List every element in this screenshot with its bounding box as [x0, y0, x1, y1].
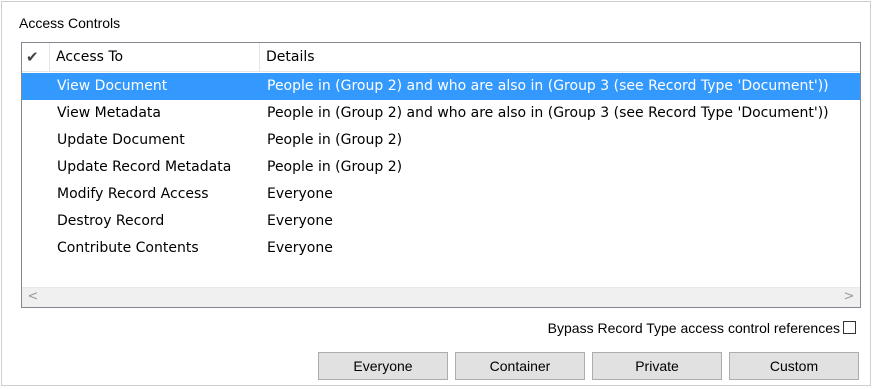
details-cell: People in (Group 2)	[267, 159, 403, 175]
chevron-left-icon[interactable]: <	[24, 288, 42, 307]
custom-button[interactable]: Custom	[729, 352, 859, 380]
bypass-label: Bypass Record Type access control refere…	[547, 320, 840, 336]
list-header: ✔ Access To Details	[22, 43, 860, 72]
access-cell: Destroy Record	[57, 213, 165, 229]
horizontal-scrollbar[interactable]: < >	[22, 287, 860, 307]
list-row-destroy-record[interactable]: Destroy Record Everyone	[22, 208, 860, 235]
details-cell: People in (Group 2) and who are also in …	[267, 78, 829, 94]
list-row-view-document[interactable]: View Document People in (Group 2) and wh…	[22, 73, 860, 100]
access-cell: Contribute Contents	[57, 240, 199, 256]
details-cell: Everyone	[267, 240, 333, 256]
access-cell: View Document	[57, 78, 168, 94]
list-row-contribute-contents[interactable]: Contribute Contents Everyone	[22, 235, 860, 262]
chevron-right-icon[interactable]: >	[840, 288, 858, 307]
list-row-modify-record-access[interactable]: Modify Record Access Everyone	[22, 181, 860, 208]
access-cell: Modify Record Access	[57, 186, 209, 202]
check-column-header[interactable]: ✔	[22, 43, 50, 71]
details-cell: Everyone	[267, 186, 333, 202]
container-button[interactable]: Container	[455, 352, 585, 380]
access-controls-list[interactable]: ✔ Access To Details View Document People…	[21, 42, 861, 308]
list-row-update-document[interactable]: Update Document People in (Group 2)	[22, 127, 860, 154]
list-row-update-record-metadata[interactable]: Update Record Metadata People in (Group …	[22, 154, 860, 181]
access-cell: View Metadata	[57, 105, 161, 121]
details-cell: Everyone	[267, 213, 333, 229]
list-row-view-metadata[interactable]: View Metadata People in (Group 2) and wh…	[22, 100, 860, 127]
details-column-header[interactable]: Details	[260, 43, 860, 71]
access-cell: Update Record Metadata	[57, 159, 232, 175]
private-button[interactable]: Private	[592, 352, 722, 380]
access-to-column-header[interactable]: Access To	[50, 43, 260, 71]
details-cell: People in (Group 2) and who are also in …	[267, 105, 829, 121]
group-title: Access Controls	[19, 15, 121, 31]
everyone-button[interactable]: Everyone	[318, 352, 448, 380]
bypass-checkbox[interactable]	[843, 321, 856, 334]
list-rows: View Document People in (Group 2) and wh…	[22, 73, 860, 262]
details-cell: People in (Group 2)	[267, 132, 403, 148]
access-cell: Update Document	[57, 132, 185, 148]
